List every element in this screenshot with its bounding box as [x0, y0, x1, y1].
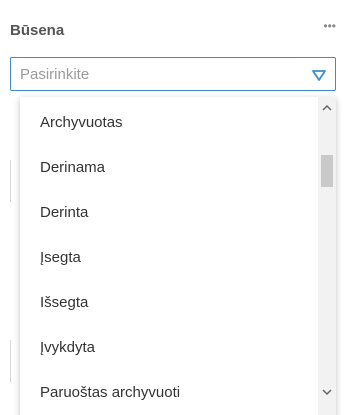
option-derinta[interactable]: Derinta: [20, 191, 316, 235]
background-field-edge: [10, 340, 20, 382]
option-ivykdyta[interactable]: Įvykdyta: [20, 326, 316, 370]
status-field-panel: Būsena ••• Pasirinkite Archyvuotas Derin…: [0, 0, 348, 415]
status-dropdown-list: Archyvuotas Derinama Derinta Įsegta Išse…: [20, 97, 336, 415]
chevron-up-icon[interactable]: [321, 103, 333, 113]
chevron-down-icon[interactable]: [321, 387, 333, 397]
field-label: Būsena: [10, 22, 65, 39]
select-placeholder: Pasirinkite: [20, 66, 90, 83]
scrollbar-thumb[interactable]: [321, 155, 333, 187]
dropdown-scrollbar[interactable]: [318, 97, 336, 415]
option-issegta[interactable]: Išsegta: [20, 281, 316, 325]
option-derinama[interactable]: Derinama: [20, 146, 316, 190]
triangle-down-icon[interactable]: [311, 67, 327, 83]
option-parustas-archyvuoti[interactable]: Paruoštas archyvuoti: [20, 371, 316, 415]
option-archyvuotas[interactable]: Archyvuotas: [20, 101, 316, 145]
more-options-icon[interactable]: •••: [323, 18, 336, 34]
background-field-edge: [10, 160, 20, 202]
status-select[interactable]: Pasirinkite: [10, 57, 336, 91]
option-isegta[interactable]: Įsegta: [20, 236, 316, 280]
